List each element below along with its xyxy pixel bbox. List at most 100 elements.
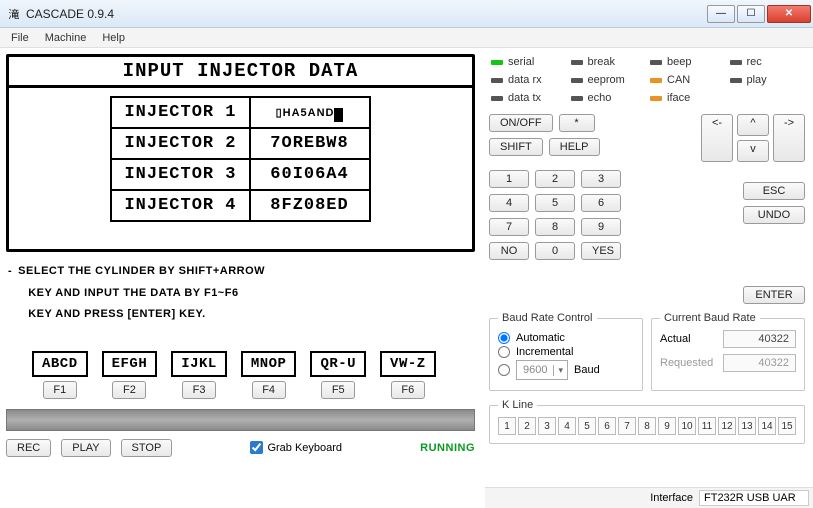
table-row: INJECTOR 2 7OREBW8 — [111, 128, 369, 159]
baud-combo[interactable]: 9600▾ — [516, 360, 568, 380]
led-label: data tx — [508, 92, 541, 104]
kline-cell[interactable]: 7 — [618, 417, 636, 435]
injector-value[interactable]: 7OREBW8 — [250, 128, 370, 159]
table-row: INJECTOR 4 8FZ08ED — [111, 190, 369, 221]
arrow-down-button[interactable]: v — [737, 140, 769, 162]
led-indicator-icon — [730, 78, 742, 83]
led-CAN: CAN — [650, 74, 724, 86]
baud-auto-radio[interactable]: Automatic — [498, 332, 634, 344]
key-0[interactable]: 0 — [535, 242, 575, 260]
f2-button[interactable]: F2 — [112, 381, 146, 399]
led-serial: serial — [491, 56, 565, 68]
kline-cell[interactable]: 11 — [698, 417, 716, 435]
led-beep: beep — [650, 56, 724, 68]
window-minimize-button[interactable]: — — [707, 5, 735, 23]
f4-button[interactable]: F4 — [252, 381, 286, 399]
arrow-left-button[interactable]: <- — [701, 114, 733, 162]
kline-cell[interactable]: 3 — [538, 417, 556, 435]
menu-help[interactable]: Help — [95, 30, 132, 46]
injector-value[interactable]: 8FZ08ED — [250, 190, 370, 221]
led-label: eeprom — [588, 74, 625, 86]
kline-cell[interactable]: 9 — [658, 417, 676, 435]
led-eeprom: eeprom — [571, 74, 645, 86]
key-4[interactable]: 4 — [489, 194, 529, 212]
kline-cell[interactable]: 2 — [518, 417, 536, 435]
injector-value[interactable]: 60I06A4 — [250, 159, 370, 190]
led-label: iface — [667, 92, 690, 104]
kline-cell[interactable]: 5 — [578, 417, 596, 435]
key-1[interactable]: 1 — [489, 170, 529, 188]
led-break: break — [571, 56, 645, 68]
kline-cell[interactable]: 8 — [638, 417, 656, 435]
status-bar: Interface FT232R USB UAR — [485, 487, 813, 508]
injector-label: INJECTOR 4 — [111, 190, 249, 221]
baud-manual-radio[interactable]: 9600▾ Baud — [498, 360, 634, 380]
led-indicator-icon — [650, 78, 662, 83]
key-9[interactable]: 9 — [581, 218, 621, 236]
fkey-box: VW-Z — [380, 351, 436, 377]
actual-baud-readout: 40322 — [723, 330, 796, 348]
f1-button[interactable]: F1 — [43, 381, 77, 399]
injector-value[interactable]: ▯HA5AND — [250, 97, 370, 128]
arrow-up-button[interactable]: ^ — [737, 114, 769, 136]
led-indicator-icon — [650, 60, 662, 65]
run-status: RUNNING — [420, 442, 475, 454]
led-rec: rec — [730, 56, 804, 68]
requested-baud-readout: 40322 — [723, 354, 796, 372]
no-button[interactable]: NO — [489, 242, 529, 260]
baud-inc-label: Incremental — [516, 346, 573, 358]
grab-keyboard-input[interactable] — [250, 441, 263, 454]
baud-rate-control-group: Baud Rate Control Automatic Incremental … — [489, 312, 643, 391]
grab-keyboard-checkbox[interactable]: Grab Keyboard — [250, 441, 342, 454]
app-icon: 滝 — [6, 6, 22, 22]
window-maximize-button[interactable]: ☐ — [737, 5, 765, 23]
kline-cell[interactable]: 6 — [598, 417, 616, 435]
kline-cell[interactable]: 10 — [678, 417, 696, 435]
kline-cell[interactable]: 1 — [498, 417, 516, 435]
led-label: CAN — [667, 74, 690, 86]
star-button[interactable]: * — [559, 114, 595, 132]
yes-button[interactable]: YES — [581, 242, 621, 260]
led-iface: iface — [650, 92, 724, 104]
led-data tx: data tx — [491, 92, 565, 104]
key-8[interactable]: 8 — [535, 218, 575, 236]
baud-auto-label: Automatic — [516, 332, 565, 344]
window-close-button[interactable]: ✕ — [767, 5, 811, 23]
fkey-box: QR-U — [310, 351, 366, 377]
esc-button[interactable]: ESC — [743, 182, 805, 200]
rec-button[interactable]: REC — [6, 439, 51, 457]
baud-inc-radio[interactable]: Incremental — [498, 346, 634, 358]
key-7[interactable]: 7 — [489, 218, 529, 236]
led-panel: serialbreakbeeprecdata rxeepromCANplayda… — [489, 54, 805, 104]
kline-cell[interactable]: 4 — [558, 417, 576, 435]
kline-cell[interactable]: 12 — [718, 417, 736, 435]
window-titlebar: 滝 CASCADE 0.9.4 — ☐ ✕ — [0, 0, 813, 28]
injector-label: INJECTOR 1 — [111, 97, 249, 128]
kline-cell[interactable]: 14 — [758, 417, 776, 435]
injector-table: INJECTOR 1 ▯HA5AND INJECTOR 2 7OREBW8 IN… — [110, 96, 370, 222]
key-2[interactable]: 2 — [535, 170, 575, 188]
fkey-box: IJKL — [171, 351, 227, 377]
stop-button[interactable]: STOP — [121, 439, 173, 457]
led-indicator-icon — [571, 60, 583, 65]
enter-button[interactable]: ENTER — [743, 286, 805, 304]
help-button[interactable]: HELP — [549, 138, 600, 156]
onoff-button[interactable]: ON/OFF — [489, 114, 553, 132]
lcd-panel: INPUT INJECTOR DATA INJECTOR 1 ▯HA5AND I… — [6, 54, 475, 252]
menu-file[interactable]: File — [4, 30, 36, 46]
key-3[interactable]: 3 — [581, 170, 621, 188]
f5-button[interactable]: F5 — [321, 381, 355, 399]
f6-button[interactable]: F6 — [391, 381, 425, 399]
undo-button[interactable]: UNDO — [743, 206, 805, 224]
shift-button[interactable]: SHIFT — [489, 138, 543, 156]
kline-legend: K Line — [498, 399, 537, 411]
play-button[interactable]: PLAY — [61, 439, 110, 457]
arrow-right-button[interactable]: -> — [773, 114, 805, 162]
kline-cell[interactable]: 13 — [738, 417, 756, 435]
f3-button[interactable]: F3 — [182, 381, 216, 399]
menu-machine[interactable]: Machine — [38, 30, 94, 46]
key-5[interactable]: 5 — [535, 194, 575, 212]
key-6[interactable]: 6 — [581, 194, 621, 212]
kline-cell[interactable]: 15 — [778, 417, 796, 435]
current-baud-rate-group: Current Baud Rate Actual 40322 Requested… — [651, 312, 805, 391]
